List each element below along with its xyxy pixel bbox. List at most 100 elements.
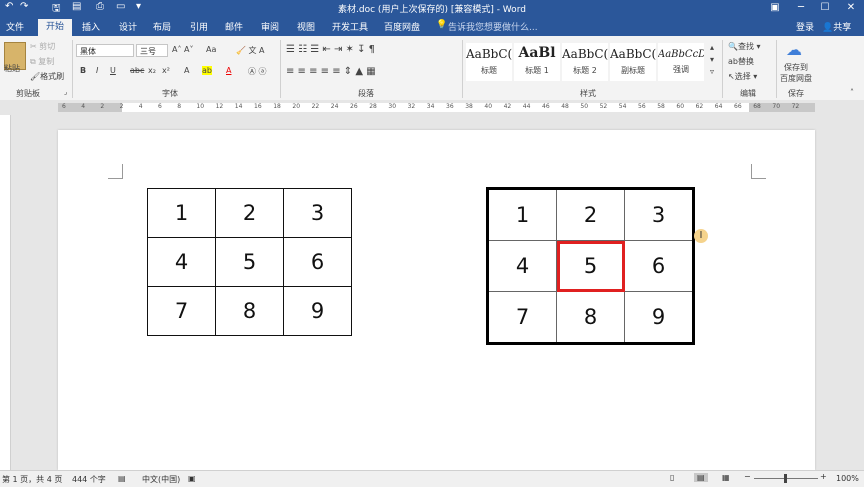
tab-layout[interactable]: 布局 [153,20,171,33]
zoom-slider-thumb[interactable] [784,474,787,483]
font-size-combo[interactable]: 三号 [136,44,168,57]
document-page[interactable]: 1 2 3 4 5 6 7 8 9 1 2 3 4 5 6 7 8 9 I [58,130,815,470]
font-name-combo[interactable]: 黑体 [76,44,134,57]
tab-baidu-netdisk[interactable]: 百度网盘 [384,20,420,33]
table-cell[interactable]: 7 [487,291,557,344]
table-cell[interactable]: 1 [147,188,216,238]
style-subtitle[interactable]: AaBbC( 副标题 [610,43,656,81]
table-cell[interactable]: 2 [215,188,284,238]
close-button[interactable]: ✕ [838,0,864,17]
grow-font-button[interactable]: A˄ A˅ [172,45,194,54]
table-cell[interactable]: 5 [215,237,284,287]
superscript-button[interactable]: x² [162,66,170,75]
table-cell[interactable]: 8 [556,291,625,344]
word-count[interactable]: 444 个字 [72,474,106,485]
cloud-icon[interactable]: ☁ [786,40,802,59]
save-to-label[interactable]: 保存到 [784,62,808,73]
cut-button[interactable]: ✂ 剪切 [30,41,55,52]
collapse-ribbon-icon[interactable]: ˄ [850,88,854,97]
clipboard-launcher-icon[interactable]: ⌟ [64,88,67,96]
table-cell[interactable]: 4 [147,237,216,287]
replace-button[interactable]: ab替换 [728,56,754,67]
web-layout-icon[interactable]: ▦ [722,473,730,482]
bold-button[interactable]: B [80,66,86,75]
bullets-icon[interactable]: ☰ ☷ ☰ ⇤ ⇥ ✶ ↧ ¶ [286,44,375,55]
font-color-icon[interactable]: A [226,66,231,75]
status-bar: 第 1 页，共 4 页 444 个字 ▤ 中文(中国) ▣ ▯ ▤ ▦ − + … [0,470,864,487]
tab-references[interactable]: 引用 [190,20,208,33]
table-cell[interactable]: 4 [487,240,557,292]
strikethrough-button[interactable]: abc [130,66,144,75]
subscript-button[interactable]: x₂ [148,66,156,75]
style-heading1[interactable]: AaBl 标题 1 [514,43,560,81]
ruler-tick-label: 18 [273,103,281,110]
font-name-value: 黑体 [80,47,96,56]
table-cell[interactable]: 3 [624,188,694,241]
tab-file[interactable]: 文件 [6,20,24,33]
table-cell[interactable]: 9 [624,291,694,344]
format-painter-button[interactable]: 🖌格式刷 [30,71,64,82]
style-heading2[interactable]: AaBbC( 标题 2 [562,43,608,81]
table-cell[interactable]: 6 [624,240,694,292]
table-row: 1 2 3 [487,188,694,241]
highlight-color-icon[interactable]: ab [202,66,212,75]
char-shading-icon[interactable]: Ⓐ ⓐ [248,66,267,77]
baidu-netdisk-label[interactable]: 百度网盘 [780,73,812,84]
style-title[interactable]: AaBbC( 标题 [466,43,512,81]
italic-button[interactable]: I [96,66,98,75]
page-count[interactable]: 第 1 页，共 4 页 [2,474,62,485]
minimize-button[interactable]: ─ [788,0,814,17]
tell-me-search[interactable]: 告诉我您想要做什么... [448,20,538,33]
tab-insert[interactable]: 插入 [82,20,100,33]
horizontal-ruler[interactable]: 6 4 2 2 4 6 8 10 12 14 16 18 20 22 24 26 28 30 32 34 36 38 40 4… [0,100,864,115]
number-table-bordered[interactable]: 1 2 3 4 5 6 7 8 9 [486,187,695,345]
ruler-tick-label: 4 [138,103,143,110]
align-icons[interactable]: ≡ ≡ ≡ ≡ ≡ ⇕ ▲ ▦ [286,66,376,77]
sign-in-link[interactable]: 登录 [796,20,814,33]
table-cell[interactable]: 1 [487,188,557,241]
share-label: 共享 [833,23,852,33]
share-button[interactable]: 👤共享 [822,20,851,33]
vertical-ruler[interactable] [0,115,11,470]
title-bar: ↶ ↷ 🖫 ▤ ⎙ ▭ ▾ 素材.doc (用户上次保存的) [兼容模式] - … [0,0,864,17]
highlighted-center-cell[interactable]: 5 [556,240,625,292]
print-layout-icon[interactable]: ▤ [694,473,708,482]
zoom-out-button[interactable]: − [744,472,751,481]
copy-button[interactable]: ⧉ 复制 [30,56,54,67]
ruler-tick-label: 66 [734,103,742,110]
table-row: 7 8 9 [487,291,694,344]
language-indicator[interactable]: 中文(中国) [142,474,180,485]
table-cell[interactable]: 7 [147,286,216,336]
ribbon-display-icon[interactable]: ▣ [762,0,788,17]
table-cell[interactable]: 3 [283,188,352,238]
tab-developer[interactable]: 开发工具 [332,20,368,33]
proofing-icon[interactable]: ▤ [118,474,126,483]
zoom-in-button[interactable]: + [820,472,827,481]
find-button[interactable]: 🔍查找 ▾ [728,41,761,52]
underline-button[interactable]: U [110,66,116,75]
read-mode-icon[interactable]: ▯ [670,473,674,482]
style-emphasis[interactable]: AaBbCcD 强调 [658,43,704,81]
ribbon-separator [722,40,723,98]
tab-mailings[interactable]: 邮件 [225,20,243,33]
tab-review[interactable]: 审阅 [261,20,279,33]
tab-design[interactable]: 设计 [119,20,137,33]
zoom-level[interactable]: 100% [836,474,859,483]
ruler-tick-label: 4 [81,103,86,110]
table-cell[interactable]: 9 [283,286,352,336]
tab-home[interactable]: 开始 [38,19,73,36]
tab-view[interactable]: 视图 [297,20,315,33]
number-table-plain[interactable]: 1 2 3 4 5 6 7 8 9 [147,188,352,336]
macro-record-icon[interactable]: ▣ [188,474,196,483]
styles-scroll-icon[interactable]: ▴ ▾ ▿ [710,42,714,78]
clear-format-icon[interactable]: 🧹 文 A [236,45,265,56]
lightbulb-icon: 💡 [436,20,448,30]
table-cell[interactable]: 2 [556,188,625,241]
paste-button[interactable]: 粘贴 [4,63,20,74]
select-button[interactable]: ↖选择 ▾ [728,71,757,82]
table-cell[interactable]: 6 [283,237,352,287]
maximize-button[interactable]: ☐ [812,0,838,17]
table-cell[interactable]: 8 [215,286,284,336]
text-effects-icon[interactable]: A [184,66,189,75]
change-case-button[interactable]: Aa [206,45,216,54]
